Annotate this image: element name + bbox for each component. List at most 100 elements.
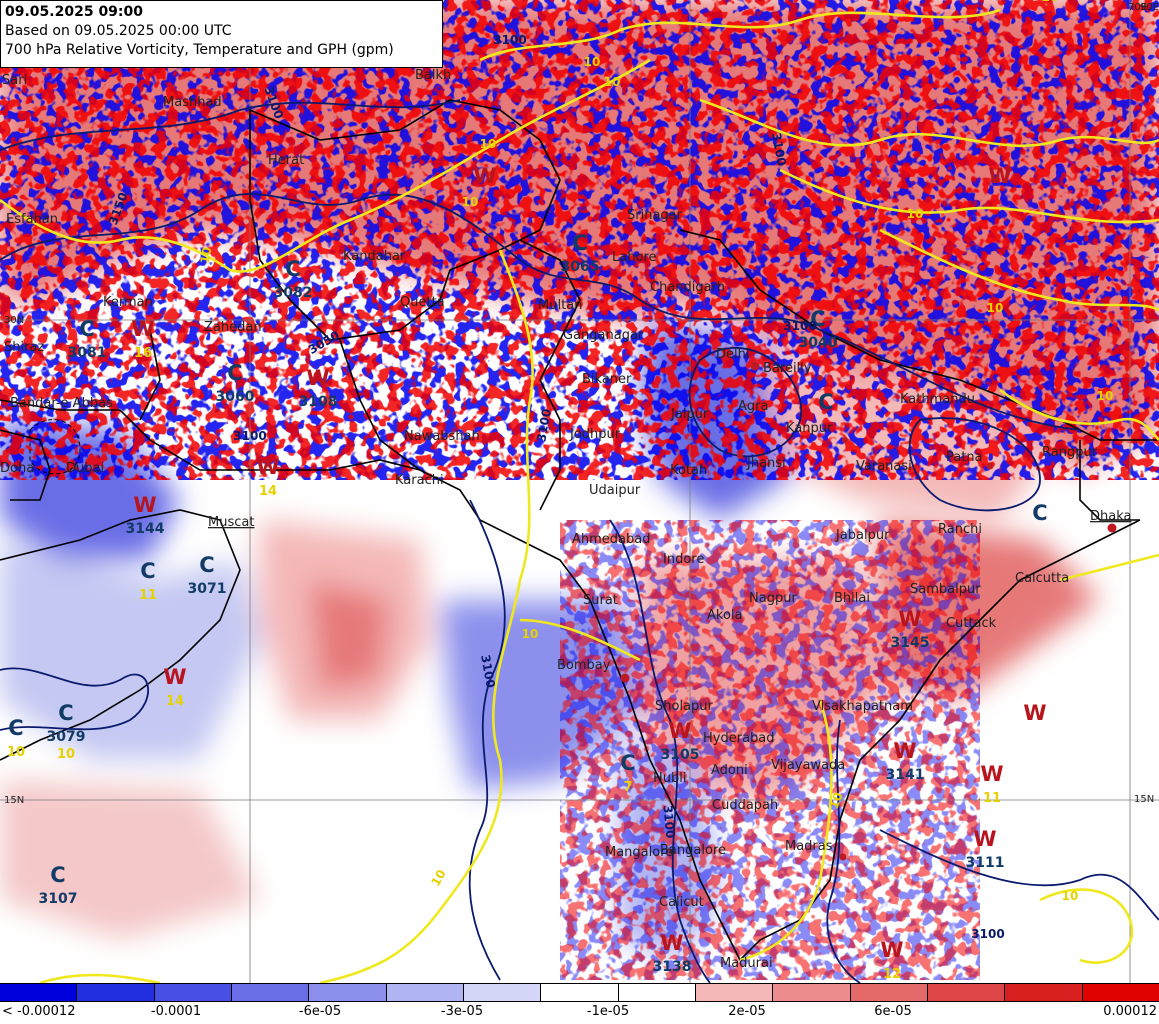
valid-time: 09.05.2025 09:00 (5, 4, 144, 20)
temp-contour-label: 10 (604, 75, 621, 89)
center-gph-value: 3079 (47, 729, 86, 745)
city-label: Bangalore (660, 843, 726, 858)
center-temp-value: 10 (7, 745, 25, 760)
grid-label: 15N (1134, 794, 1154, 805)
temp-contour-label: 10 (907, 207, 924, 221)
city-label: Kathmandu (900, 392, 975, 407)
city-label: Bandar-e Abbas (10, 396, 113, 411)
center-temp-value: 16 (134, 346, 152, 361)
city-label: Bhilai (834, 591, 870, 606)
city-label: Karachi (395, 473, 444, 488)
colorbar-swatch (618, 984, 696, 1001)
city-label: Calicut (659, 895, 704, 910)
colorbar-swatch (1005, 984, 1083, 1001)
center-gph-value: 3040 (799, 335, 838, 351)
city-label: Zahedan (204, 320, 262, 335)
colorbar-swatch (463, 984, 542, 1001)
warm-center-letter: W (898, 607, 921, 631)
colorbar-label: -6e-05 (298, 1004, 342, 1019)
city-label: Sari (2, 73, 27, 88)
warm-center-letter: W (660, 931, 683, 955)
center-gph-value: 3065 (561, 259, 600, 275)
city-label: Balkh (415, 68, 451, 83)
temp-contour-label: 10 (1042, 0, 1059, 4)
temp-contour-label: 10 (198, 246, 215, 265)
colorbar-swatch (154, 984, 232, 1001)
city-label: Lahore (612, 250, 656, 265)
city-label: Madras (785, 839, 833, 854)
cold-center-letter: C (285, 257, 300, 281)
city-label: Chandigarh (650, 280, 725, 295)
warm-center-letter: W (306, 366, 329, 390)
cold-center-letter: C (8, 716, 23, 740)
center-gph-value: 3105 (661, 747, 700, 763)
center-gph-value: 3145 (891, 635, 930, 651)
city-label: Quetta (400, 295, 445, 310)
grid-label: 30N (4, 315, 24, 326)
colorbar-label: -0.0001 (150, 1004, 202, 1019)
city-label: Ganganagar (563, 328, 644, 343)
city-label: Kotah (670, 463, 707, 478)
city-label: Calcutta (1015, 571, 1069, 586)
model-run: Based on 09.05.2025 00:00 UTC (5, 23, 232, 39)
city-label: Nagpur (749, 591, 797, 606)
city-label: Delhi (716, 347, 749, 362)
city-label: Madurai (720, 956, 773, 971)
gph-contour-label: 3100 (783, 319, 816, 333)
colorbar: < -0.00012 -0.0001 -6e-05 -3e-05 -1e-05 2e-05… (0, 983, 1159, 1024)
center-gph-value: 3144 (126, 521, 165, 537)
warm-center-letter: W (256, 455, 279, 479)
city-label: Doha (0, 461, 34, 476)
city-label: Nawabshah (404, 429, 480, 444)
warm-center-letter: W (893, 739, 916, 763)
city-label: Hyderabad (703, 731, 775, 746)
city-label: Sambalpur (910, 582, 981, 597)
colorbar-swatch (850, 984, 928, 1001)
city-label: Jodhpur (569, 427, 621, 442)
gph-contour-label: 3100 (971, 927, 1004, 941)
temp-contour-label: 10 (480, 137, 497, 151)
warm-center-letter: W (473, 164, 496, 188)
city-label: Ranchi (938, 522, 982, 537)
cold-center-letter: C (620, 751, 635, 775)
city-label: Agra (738, 399, 768, 414)
colorbar-labels: < -0.00012 -0.0001 -6e-05 -3e-05 -1e-05 2e-05… (0, 1004, 1159, 1022)
cold-center-letter: C (818, 390, 833, 414)
colorbar-swatch (695, 984, 774, 1001)
weather-map: Sari Mashhad Herat Balkh Esfahan Kerman Zaheda… (0, 0, 1159, 983)
city-label: Patna (946, 450, 983, 465)
temp-contour-label: 10 (1062, 889, 1079, 903)
city-label: Udaipur (589, 483, 641, 498)
city-label: Dhaka (1090, 509, 1131, 524)
city-label: Rangpur (1042, 445, 1098, 460)
city-label: Akola (707, 608, 743, 623)
colorbar-swatch (231, 984, 310, 1001)
city-label: Muscat (208, 515, 254, 530)
city-label: Ahmedabad (572, 532, 650, 547)
warm-center-letter: W (1023, 701, 1046, 725)
cold-center-letter: C (1032, 501, 1047, 525)
city-label: Jabalpur (835, 528, 890, 543)
cold-center-letter: C (79, 317, 94, 341)
city-label: Shiraz (4, 340, 44, 355)
temp-contour-label: 10 (522, 627, 539, 641)
gph-contour-label: 3100 (233, 429, 266, 443)
product-title: 700 hPa Relative Vorticity, Temperature … (5, 42, 394, 58)
colorbar-label: 2e-05 (728, 1004, 766, 1019)
city-label: Dubai (66, 461, 104, 476)
colorbar-label: -1e-05 (586, 1004, 630, 1019)
temp-contour-label: 10 (462, 195, 479, 209)
city-label: Indore (663, 552, 704, 567)
center-gph-value: 3081 (68, 345, 107, 361)
center-gph-value: 3108 (299, 394, 338, 410)
gph-contour-label: 3100 (661, 804, 678, 838)
city-label: Cuddapah (712, 798, 778, 813)
city-label: Cuttack (946, 616, 997, 631)
city-label: Kanpur (786, 421, 833, 436)
center-gph-value: 3082 (274, 285, 313, 301)
center-temp-value: 14 (259, 484, 277, 499)
city-label: Bombay (557, 658, 611, 673)
grid-label: 15N (4, 795, 24, 806)
city-label: Bareilly (763, 361, 812, 376)
city-label: Mashhad (163, 95, 222, 110)
